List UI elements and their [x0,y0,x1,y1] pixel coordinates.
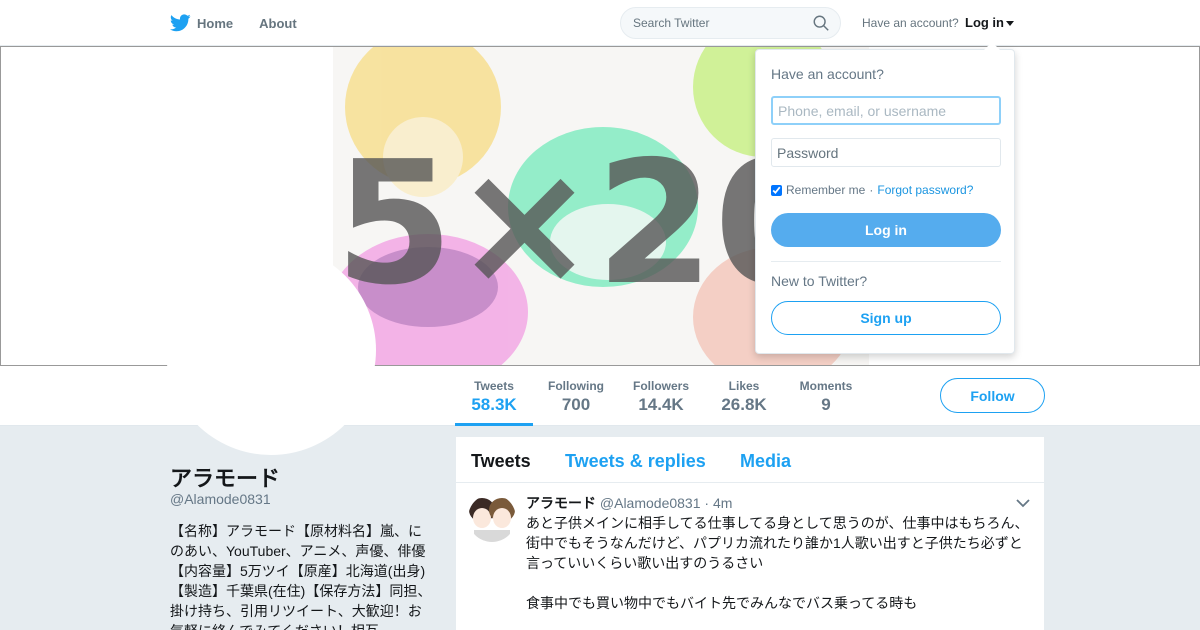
profile-avatar[interactable] [166,245,376,455]
chevron-down-icon[interactable] [1016,498,1030,508]
nav-about[interactable]: About [259,16,297,31]
tweet-author-handle[interactable]: @Alamode0831 [600,495,701,511]
login-dropdown-toggle[interactable]: Log in [965,15,1014,30]
stat-followers-label: Followers [632,379,689,393]
tweet-header: アラモード @Alamode0831 · 4m [526,493,732,513]
dropdown-divider [771,261,1001,262]
login-dropdown-title: Have an account? [771,66,884,82]
have-account-text: Have an account? [862,16,959,30]
timeline-tabs: Tweets Tweets & replies Media [456,437,1044,483]
stat-moments-label: Moments [799,379,853,393]
search-icon[interactable] [812,14,830,32]
forgot-password-link[interactable]: Forgot password? [877,183,973,197]
nav-about-label: About [259,15,297,31]
caret-down-icon [1006,21,1014,27]
stat-likes-value: 26.8K [721,395,767,414]
username-field[interactable] [771,96,1001,125]
nav-home[interactable]: Home [170,14,233,32]
search-input[interactable] [621,8,801,38]
stat-following-label: Following [548,379,604,393]
search-box [620,7,841,39]
remember-row: Remember me · Forgot password? [771,183,973,197]
stat-tweets-value: 58.3K [471,395,517,414]
tweet-timestamp[interactable]: · 4m [704,495,732,511]
remember-me-label[interactable]: Remember me [786,183,865,197]
tab-media[interactable]: Media [740,451,791,472]
new-to-twitter-text: New to Twitter? [771,273,868,289]
password-field[interactable] [771,138,1001,167]
tweet[interactable]: アラモード @Alamode0831 · 4m あと子供メインに相手してる仕事し… [456,484,1044,630]
stat-following[interactable]: Following 700 [540,366,612,426]
follow-button[interactable]: Follow [940,378,1045,413]
timeline: Tweets Tweets & replies Media アラモード @Ala… [456,437,1044,630]
tweet-author-name[interactable]: アラモード [526,495,596,511]
profile-handle[interactable]: @Alamode0831 [170,491,271,507]
login-dropdown: Have an account? Remember me · Forgot pa… [755,42,1015,354]
twitter-bird-icon [170,14,191,32]
signup-button[interactable]: Sign up [771,301,1001,335]
stat-likes[interactable]: Likes 26.8K [712,366,776,426]
tweet-text: あと子供メインに相手してる仕事してる身として思うのが、仕事中はもちろん、街中でも… [526,515,1029,611]
stat-moments-value: 9 [821,395,831,414]
top-navigation-bar: Home About Have an account? Log in [0,0,1200,46]
stat-tweets-label: Tweets [474,379,514,393]
tab-tweets-replies[interactable]: Tweets & replies [565,451,706,472]
separator-dot: · [869,183,874,197]
login-toggle-label: Log in [965,15,1004,30]
stat-followers-value: 14.4K [638,395,684,414]
tweet-avatar-image [468,494,516,542]
login-button[interactable]: Log in [771,213,1001,247]
tweet-avatar[interactable] [468,494,516,542]
stat-tweets[interactable]: Tweets 58.3K [455,366,533,426]
remember-me-checkbox[interactable] [771,184,782,196]
nav-left: Home About [170,0,297,46]
nav-home-label: Home [197,15,234,31]
stat-likes-label: Likes [728,379,760,393]
stat-following-value: 700 [561,395,591,414]
profile-bio: 【名称】アラモード【原材料名】嵐、にのあい、YouTuber、アニメ、声優、俳優… [170,523,432,630]
tab-tweets[interactable]: Tweets [471,451,531,472]
profile-name[interactable]: アラモード [170,461,280,493]
stat-moments[interactable]: Moments 9 [790,366,862,426]
stat-followers[interactable]: Followers 14.4K [625,366,697,426]
